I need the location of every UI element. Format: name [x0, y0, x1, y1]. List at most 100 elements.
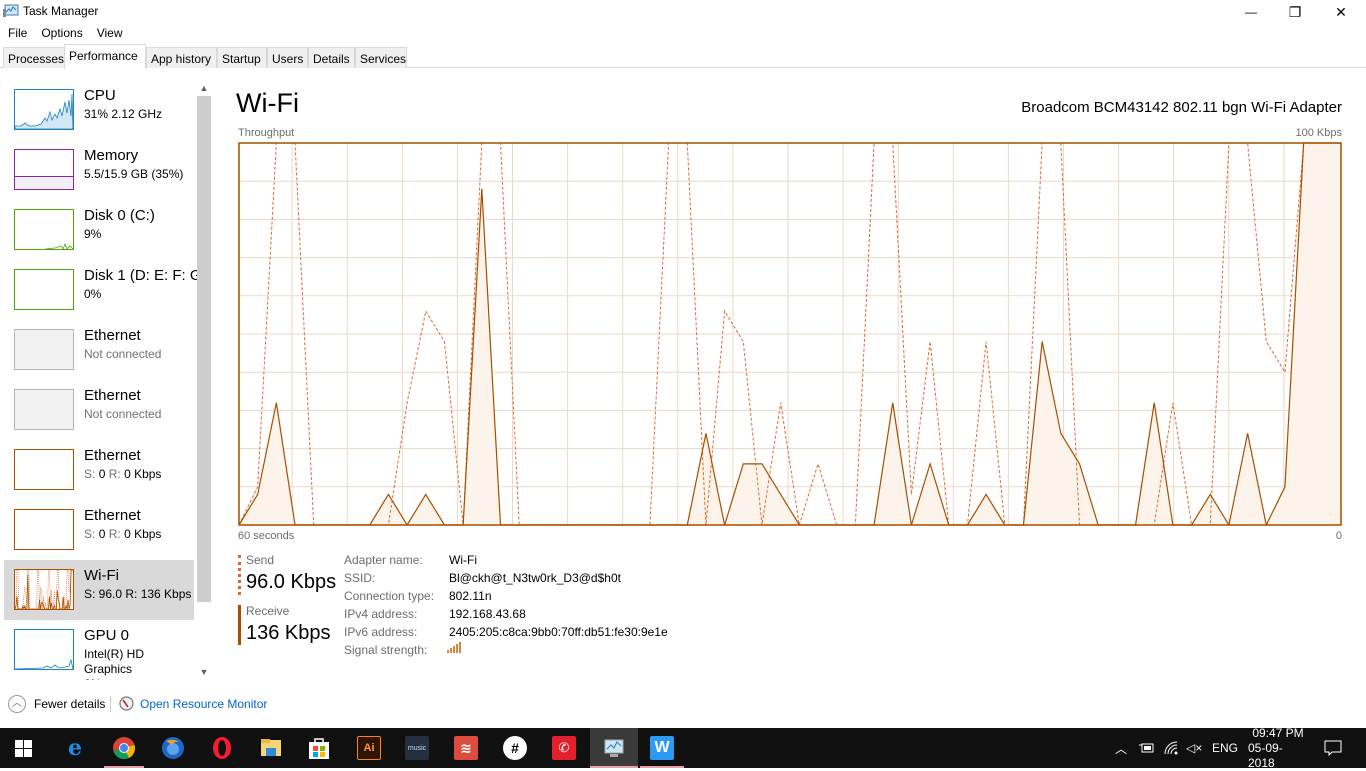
prop-ipv4-value: 192.168.43.68: [449, 607, 526, 621]
footer: ︿ Fewer details Open Resource Monitor: [0, 690, 400, 716]
sidebar-item-ethernet-1[interactable]: Ethernet Not connected: [4, 320, 194, 380]
tab-users[interactable]: Users: [267, 47, 308, 68]
tab-startup[interactable]: Startup: [217, 47, 267, 68]
show-hidden-icons-button[interactable]: ︿: [1115, 728, 1127, 768]
chrome-icon[interactable]: [112, 736, 136, 760]
restore-button[interactable]: ❐: [1272, 0, 1318, 24]
sidebar-scrollbar[interactable]: ▲ ▼: [196, 80, 212, 680]
disk-1-thumbnail-graph: [14, 269, 74, 310]
sidebar-item-name: CPU: [84, 87, 116, 104]
tab-bar: Processes Performance App history Startu…: [0, 44, 1366, 69]
clock[interactable]: 09:47 PM 05-09-2018: [1248, 725, 1308, 770]
tab-details[interactable]: Details: [308, 47, 355, 68]
sidebar-item-name: Disk 0 (C:): [84, 207, 155, 224]
sidebar-item-ethernet-2[interactable]: Ethernet Not connected: [4, 380, 194, 440]
receive-legend-marker: [238, 605, 241, 645]
clock-time: 09:47 PM: [1252, 725, 1304, 740]
action-center-button[interactable]: [1324, 728, 1342, 768]
tab-app-history[interactable]: App history: [146, 47, 217, 68]
ethernet-thumbnail-graph: [14, 389, 74, 430]
microsoft-store-icon[interactable]: [307, 736, 331, 760]
adapter-name-heading: Broadcom BCM43142 802.11 bgn Wi-Fi Adapt…: [1021, 99, 1342, 116]
wifi-status-icon[interactable]: [1164, 728, 1178, 768]
menu-file[interactable]: File: [8, 24, 27, 44]
task-manager-taskbar-button[interactable]: [590, 728, 638, 768]
ethernet-thumbnail-graph: [14, 449, 74, 490]
sidebar-item-name: Memory: [84, 147, 139, 164]
scroll-down-arrow-icon[interactable]: ▼: [196, 664, 212, 680]
volume-muted-icon[interactable]: ◁×: [1186, 728, 1202, 768]
clock-date: 05-09-2018: [1248, 740, 1283, 770]
task-manager-taskbar-icon: [604, 739, 624, 757]
battery-charging-icon[interactable]: [1139, 728, 1155, 768]
open-resource-monitor-link[interactable]: Open Resource Monitor: [140, 697, 267, 711]
page-title: Wi-Fi: [236, 88, 299, 118]
sidebar-item-memory[interactable]: Memory 5.5/15.9 GB (35%): [4, 140, 194, 200]
sidebar-item-sub: 9%: [84, 227, 102, 241]
sidebar-item-cpu[interactable]: CPU 31% 2.12 GHz: [4, 80, 194, 140]
sidebar-item-sub: S: 0 R: 0 Kbps: [84, 467, 162, 481]
tab-performance[interactable]: Performance: [64, 44, 146, 69]
prop-ipv6-value: 2405:205:c8ca:9bb0:70ff:db51:fe30:9e1e: [449, 625, 668, 639]
sidebar-item-gpu-0[interactable]: GPU 0 Intel(R) HD Graphics 2%: [4, 620, 194, 680]
close-button[interactable]: ✕: [1318, 0, 1364, 24]
disk-0-thumbnail-graph: [14, 209, 74, 250]
slack-icon[interactable]: #: [503, 736, 527, 760]
footer-divider: [110, 696, 111, 712]
send-value: 96.0 Kbps: [246, 571, 337, 593]
title-bar: Task Manager — ❐ ✕: [0, 0, 1366, 24]
thumb-send-line: [15, 570, 73, 609]
sidebar-item-sub: Not connected: [84, 347, 162, 361]
chevron-up-icon: ︿: [1115, 741, 1128, 756]
prop-ssid-value: Bl@ckh@t_N3tw0rk_D3@d$h0t: [449, 571, 621, 585]
sidebar-item-name: Ethernet: [84, 507, 141, 524]
whatsapp-icon[interactable]: ✆: [552, 736, 576, 760]
cpu-thumbnail-graph: [14, 89, 74, 130]
menu-bar: File Options View: [0, 24, 129, 44]
todoist-icon[interactable]: ≋: [454, 736, 478, 760]
menu-view[interactable]: View: [97, 24, 123, 44]
task-manager-app-icon: [3, 4, 19, 17]
edge-icon[interactable]: e: [63, 735, 87, 761]
wunderlist-icon[interactable]: W: [650, 736, 674, 760]
chevron-up-icon[interactable]: ︿: [8, 695, 26, 713]
language-indicator[interactable]: ENG: [1212, 728, 1238, 768]
sidebar-item-sub: S: 0 R: 0 Kbps: [84, 527, 162, 541]
ethernet-thumbnail-graph: [14, 329, 74, 370]
receive-value: 136 Kbps: [246, 622, 331, 644]
minimize-button[interactable]: —: [1228, 0, 1274, 24]
scrollbar-thumb[interactable]: [197, 96, 211, 602]
throughput-chart: [238, 142, 1342, 526]
wifi-thumbnail-graph: [14, 569, 74, 610]
menu-options[interactable]: Options: [41, 24, 82, 44]
tab-services[interactable]: Services: [355, 47, 407, 68]
send-label: Send: [246, 553, 275, 567]
sidebar-item-sub: Intel(R) HD Graphics 2%: [84, 647, 145, 680]
sidebar-item-wifi[interactable]: Wi-Fi S: 96.0 R: 136 Kbps: [4, 560, 194, 620]
sidebar-item-disk-0[interactable]: Disk 0 (C:) 9%: [4, 200, 194, 260]
windows-start-icon[interactable]: [15, 740, 32, 757]
prop-adapter-name-value: Wi-Fi: [449, 553, 477, 567]
illustrator-icon[interactable]: Ai: [357, 736, 381, 760]
amazon-music-icon[interactable]: music: [405, 736, 429, 760]
prop-adapter-name-label: Adapter name:: [344, 553, 423, 567]
taskbar: e Ai music ≋ # ✆ W ︿ ◁× ENG 09:47 PM 05-…: [0, 725, 1366, 770]
sidebar-item-ethernet-4[interactable]: Ethernet S: 0 R: 0 Kbps: [4, 500, 194, 560]
scroll-up-arrow-icon[interactable]: ▲: [196, 80, 212, 96]
firefox-icon[interactable]: [161, 736, 185, 760]
fewer-details-button[interactable]: Fewer details: [34, 697, 105, 711]
prop-connection-type-label: Connection type:: [344, 589, 435, 603]
sidebar-item-ethernet-3[interactable]: Ethernet S: 0 R: 0 Kbps: [4, 440, 194, 500]
receive-label: Receive: [246, 604, 290, 618]
notifications-icon: [1324, 740, 1342, 756]
tab-processes[interactable]: Processes: [3, 47, 65, 68]
prop-ipv4-label: IPv4 address:: [344, 607, 418, 621]
resource-monitor-icon: [119, 696, 134, 711]
window-title: Task Manager: [23, 4, 99, 18]
sidebar-item-sub: 0%: [84, 287, 102, 301]
file-explorer-icon[interactable]: [259, 736, 283, 760]
opera-icon[interactable]: [210, 736, 234, 760]
gpu-thumbnail-graph: [14, 629, 74, 670]
sidebar-item-disk-1[interactable]: Disk 1 (D: E: F: G 0%: [4, 260, 202, 320]
chart-title: Throughput: [238, 127, 295, 139]
